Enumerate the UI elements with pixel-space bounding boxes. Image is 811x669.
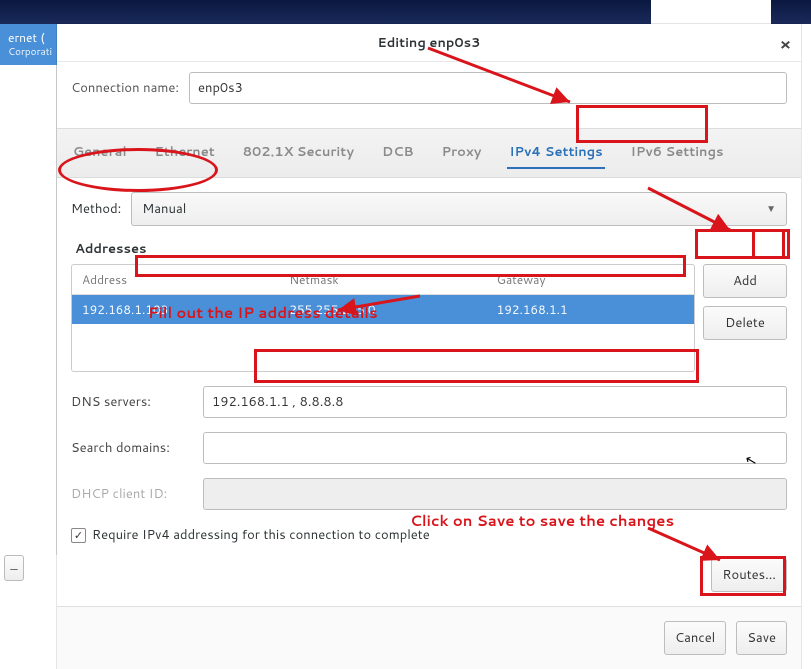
dhcp-client-id-label: DHCP client ID: (71, 485, 193, 503)
tab-ethernet[interactable]: Ethernet (153, 137, 217, 169)
dhcp-client-id-input (203, 478, 787, 510)
method-value: Manual (142, 200, 186, 218)
close-icon[interactable]: × (780, 33, 791, 56)
cell-netmask[interactable]: 255.255.255.0 (279, 295, 486, 324)
cell-address[interactable]: 192.168.1.103 (72, 295, 279, 324)
sidebar-item-sub: Corporati (8, 46, 49, 59)
dialog-editing-connection: Editing enp0s3 × Connection name: Genera… (57, 24, 801, 669)
dns-servers-label: DNS servers: (71, 393, 193, 411)
addresses-table[interactable]: AddressNetmaskGateway 192.168.1.103255.2… (71, 264, 695, 372)
connection-name-input[interactable] (189, 72, 787, 104)
method-label: Method: (71, 200, 121, 218)
tab-general[interactable]: General (71, 137, 129, 169)
tabbar: General Ethernet 802.1X Security DCB Proxy IP… (57, 128, 801, 178)
dialog-title: Editing enp0s3 (378, 34, 481, 52)
tab-ipv6-settings[interactable]: IPv6 Settings (629, 137, 726, 169)
cell-gateway[interactable]: 192.168.1.1 (487, 295, 694, 324)
connection-name-label: Connection name: (71, 79, 179, 97)
add-button[interactable]: Add (703, 264, 787, 298)
method-combo[interactable]: Manual ▼ (131, 192, 787, 226)
chevron-down-icon: ▼ (766, 202, 776, 216)
require-ipv4-checkbox[interactable]: ✓ (71, 528, 86, 543)
tab-ipv4-settings[interactable]: IPv4 Settings (507, 137, 604, 169)
addresses-header: Addresses (75, 240, 787, 258)
cancel-button[interactable]: Cancel (664, 621, 726, 655)
column-header[interactable]: Address (72, 265, 279, 294)
column-header[interactable]: Gateway (487, 265, 694, 294)
sidebar-item-title: ernet ( (8, 30, 49, 46)
tab-802-1x-security[interactable]: 802.1X Security (241, 137, 356, 169)
remove-connection-button[interactable]: – (4, 555, 24, 581)
column-header[interactable]: Netmask (279, 265, 486, 294)
dns-servers-input[interactable] (203, 386, 787, 418)
sidebar-item-ethernet[interactable]: ernet ( Corporati (0, 24, 57, 65)
require-ipv4-label: Require IPv4 addressing for this connect… (92, 526, 430, 544)
table-row[interactable]: 192.168.1.103255.255.255.0192.168.1.1 (72, 295, 694, 324)
minus-icon: – (10, 561, 17, 576)
save-button[interactable]: Save (736, 621, 787, 655)
routes-button[interactable]: Routes… (711, 558, 787, 592)
tab-dcb[interactable]: DCB (380, 137, 416, 169)
tab-proxy[interactable]: Proxy (440, 137, 484, 169)
titlebar: Editing enp0s3 × (57, 24, 801, 62)
search-domains-input[interactable] (203, 432, 787, 464)
search-domains-label: Search domains: (71, 439, 193, 457)
delete-button[interactable]: Delete (703, 306, 787, 340)
